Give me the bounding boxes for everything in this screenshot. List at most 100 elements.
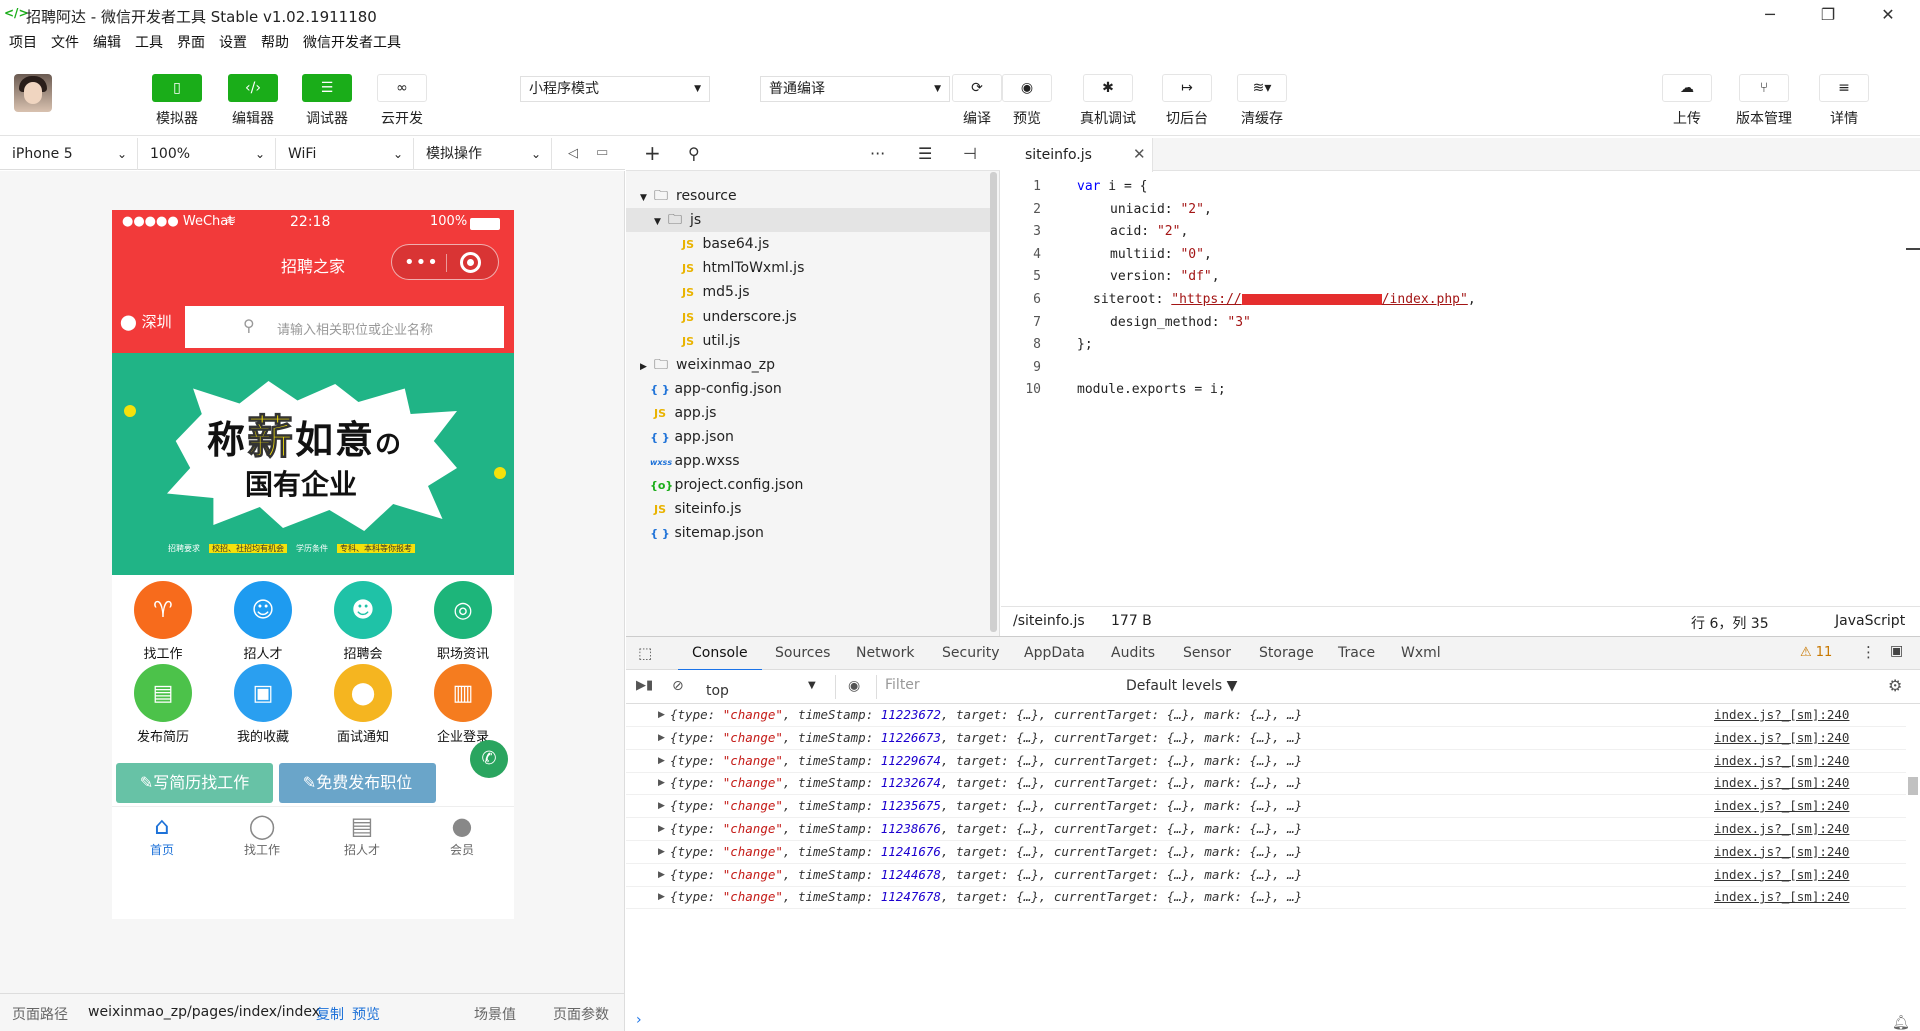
log-levels-select[interactable]: Default levels ▼: [1126, 678, 1237, 694]
settings-gear-icon[interactable]: ⚙: [1888, 676, 1902, 695]
remote-debug-button[interactable]: ✱ 真机调试: [1079, 74, 1137, 128]
log-source-link[interactable]: index.js?_[sm]:240: [1714, 772, 1849, 794]
promo-banner[interactable]: 称薪如意の 国有企业 招聘要求 校招、社招均有机会 学历条件 专科、本科等你报考: [112, 353, 514, 575]
menu-file[interactable]: 文件: [44, 30, 86, 56]
tree-item[interactable]: { } sitemap.json: [626, 521, 991, 545]
menu-help[interactable]: 帮助: [254, 30, 296, 56]
more-vertical-icon[interactable]: ⋮: [1861, 643, 1876, 661]
log-entry[interactable]: ▶ {type: "change", timeStamp: 11247678, t…: [626, 886, 1906, 910]
expand-triangle-icon[interactable]: ▶: [658, 886, 665, 908]
minimize-button[interactable]: ─: [1750, 2, 1790, 28]
tab-sources[interactable]: Sources: [775, 645, 830, 661]
caret-down-icon[interactable]: ▼: [640, 186, 654, 210]
eye-icon[interactable]: ◉: [848, 678, 860, 694]
log-source-link[interactable]: index.js?_[sm]:240: [1714, 864, 1849, 886]
tab-sensor[interactable]: Sensor: [1183, 645, 1231, 661]
close-button[interactable]: ✕: [1868, 2, 1908, 28]
log-source-link[interactable]: index.js?_[sm]:240: [1714, 727, 1849, 749]
close-mini-program-icon[interactable]: [460, 252, 481, 273]
tab-console[interactable]: Console: [678, 645, 762, 671]
job-search-input[interactable]: ⚲ 请输入相关职位或企业名称: [185, 306, 504, 348]
preview-button[interactable]: ◉ 预览: [998, 74, 1056, 128]
network-select[interactable]: WiFi ⌄: [276, 138, 414, 170]
menu-settings[interactable]: 设置: [212, 30, 254, 56]
caret-right-icon[interactable]: ▶: [640, 355, 654, 379]
mode-select[interactable]: 小程序模式 ▼: [520, 76, 710, 102]
expand-triangle-icon[interactable]: ▶: [658, 772, 665, 794]
expand-triangle-icon[interactable]: ▶: [658, 795, 665, 817]
tree-item[interactable]: JS md5.js: [626, 280, 991, 304]
caret-down-icon[interactable]: ▼: [654, 210, 668, 234]
tree-item[interactable]: ▼ 🗀︎ resource: [626, 184, 991, 208]
expand-triangle-icon[interactable]: ▶: [658, 818, 665, 840]
tree-item[interactable]: JS underscore.js: [626, 305, 991, 329]
background-button[interactable]: ↦ 切后台: [1158, 74, 1216, 128]
menu-interface[interactable]: 界面: [170, 30, 212, 56]
split-icon[interactable]: ⊣: [963, 144, 977, 163]
tab-member[interactable]: ● 会员: [412, 811, 512, 858]
log-entry[interactable]: ▶ {type: "change", timeStamp: 11226673, t…: [626, 727, 1906, 750]
log-entry[interactable]: ▶ {type: "change", timeStamp: 11241676, t…: [626, 841, 1906, 864]
tab-appdata[interactable]: AppData: [1024, 645, 1085, 661]
preview-link[interactable]: 预览: [352, 1004, 380, 1024]
console-prompt[interactable]: ›: [636, 1012, 642, 1028]
post-job-button[interactable]: ✎免费发布职位: [279, 763, 436, 803]
grid-item[interactable]: ◎ 职场资讯: [413, 575, 513, 662]
maximize-button[interactable]: ❐: [1808, 2, 1848, 28]
details-button[interactable]: ≡ 详情: [1815, 74, 1873, 128]
log-source-link[interactable]: index.js?_[sm]:240: [1714, 795, 1849, 817]
expand-triangle-icon[interactable]: ▶: [658, 750, 665, 772]
log-source-link[interactable]: index.js?_[sm]:240: [1714, 841, 1849, 863]
search-icon[interactable]: ⚲: [688, 144, 700, 163]
close-tab-icon[interactable]: ✕: [1133, 145, 1146, 163]
upload-button[interactable]: ☁ 上传: [1658, 74, 1716, 128]
dock-icon[interactable]: ▣: [1890, 643, 1903, 659]
log-source-link[interactable]: index.js?_[sm]:240: [1714, 704, 1849, 726]
console-scrollbar[interactable]: [1908, 777, 1918, 795]
zoom-select[interactable]: 100% ⌄: [138, 138, 276, 170]
tab-wxml[interactable]: Wxml: [1401, 645, 1441, 661]
tree-item[interactable]: JS util.js: [626, 329, 991, 353]
tab-storage[interactable]: Storage: [1259, 645, 1314, 661]
log-entry[interactable]: ▶ {type: "change", timeStamp: 11223672, t…: [626, 704, 1906, 727]
sidebar-toggle-icon[interactable]: ▶▮: [636, 678, 653, 693]
page-params[interactable]: 页面参数: [553, 1004, 609, 1024]
grid-item[interactable]: ☺ 招人才: [213, 575, 313, 662]
log-entry[interactable]: ▶ {type: "change", timeStamp: 11229674, t…: [626, 750, 1906, 773]
log-entry[interactable]: ▶ {type: "change", timeStamp: 11244678, t…: [626, 864, 1906, 887]
simulator-button[interactable]: ▯ 模拟器: [148, 74, 206, 128]
log-source-link[interactable]: index.js?_[sm]:240: [1714, 818, 1849, 840]
log-source-link[interactable]: index.js?_[sm]:240: [1714, 750, 1849, 772]
cloud-button[interactable]: ∞ 云开发: [373, 74, 431, 128]
editor-button[interactable]: ‹/› 编辑器: [224, 74, 282, 128]
grid-item[interactable]: ▤ 发布简历: [113, 658, 213, 745]
expand-triangle-icon[interactable]: ▶: [658, 727, 665, 749]
notification-bell-icon[interactable]: 🔔︎: [1892, 1015, 1910, 1031]
tab-audits[interactable]: Audits: [1111, 645, 1155, 661]
popout-icon[interactable]: ▭: [596, 145, 608, 160]
debugger-button[interactable]: ☰ 调试器: [298, 74, 356, 128]
clear-console-icon[interactable]: ⊘: [672, 678, 684, 694]
tree-item[interactable]: {o} project.config.json: [626, 473, 991, 497]
tree-item[interactable]: JS base64.js: [626, 232, 991, 256]
copy-link[interactable]: 复制: [316, 1004, 344, 1024]
tab-find-job[interactable]: ◯ 找工作: [212, 811, 312, 858]
code-area[interactable]: 1 var i = { 2 uniacid: "2", 3 acid: "2", 4m…: [1001, 176, 1920, 601]
console-filter-input[interactable]: Filter: [876, 675, 1112, 699]
tree-item[interactable]: ▼ 🗀︎ js: [626, 208, 991, 234]
menu-project[interactable]: 项目: [2, 30, 44, 56]
collapse-icon[interactable]: ☰: [918, 144, 932, 163]
add-icon[interactable]: +: [644, 141, 661, 165]
expand-triangle-icon[interactable]: ▶: [658, 864, 665, 886]
capsule-menu[interactable]: •••: [391, 244, 499, 280]
clear-cache-button[interactable]: ≋▾ 清缓存: [1233, 74, 1291, 128]
version-button[interactable]: ⑂ 版本管理: [1735, 74, 1793, 128]
log-entry[interactable]: ▶ {type: "change", timeStamp: 11238676, t…: [626, 818, 1906, 841]
tab-siteinfo[interactable]: siteinfo.js ✕: [1001, 138, 1153, 172]
tab-trace[interactable]: Trace: [1338, 645, 1375, 661]
menu-edit[interactable]: 编辑: [86, 30, 128, 56]
grid-item[interactable]: ⬤ 面试通知: [313, 658, 413, 745]
log-source-link[interactable]: index.js?_[sm]:240: [1714, 886, 1849, 908]
status-cursor[interactable]: 行 6，列 35: [1691, 613, 1769, 633]
menu-wechat-devtools[interactable]: 微信开发者工具: [296, 30, 408, 56]
